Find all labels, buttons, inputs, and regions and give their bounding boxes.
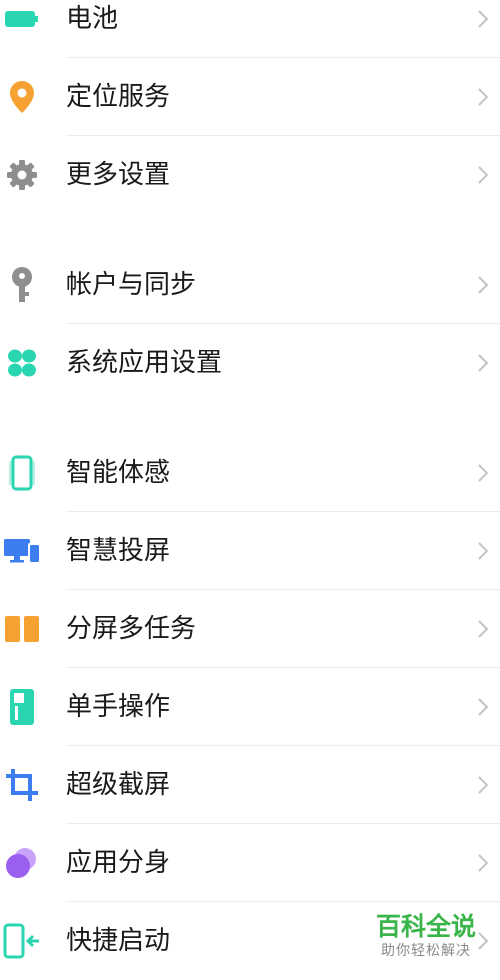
app-grid-icon xyxy=(0,324,44,402)
settings-item-split-screen[interactable]: 分屏多任务 xyxy=(0,590,500,668)
settings-item-app-clone[interactable]: 应用分身 xyxy=(0,824,500,902)
settings-item-label: 分屏多任务 xyxy=(66,614,197,644)
chevron-right-icon xyxy=(476,746,490,824)
chevron-right-icon xyxy=(476,590,490,668)
chevron-right-icon xyxy=(476,58,490,136)
quick-launch-icon xyxy=(0,902,44,980)
location-pin-icon xyxy=(0,58,44,136)
chevron-right-icon xyxy=(476,246,490,324)
settings-item-accounts[interactable]: 帐户与同步 xyxy=(0,246,500,324)
settings-item-label: 电池 xyxy=(66,4,119,34)
settings-item-smart-motion[interactable]: 智能体感 xyxy=(0,434,500,512)
settings-item-more[interactable]: 更多设置 xyxy=(0,136,500,214)
chevron-right-icon xyxy=(476,668,490,746)
settings-item-label: 应用分身 xyxy=(66,848,171,878)
settings-item-label: 定位服务 xyxy=(66,82,171,112)
one-hand-icon xyxy=(0,668,44,746)
settings-item-super-screenshot[interactable]: 超级截屏 xyxy=(0,746,500,824)
chevron-right-icon xyxy=(476,324,490,402)
battery-icon xyxy=(0,0,44,58)
screen-cast-icon xyxy=(0,512,44,590)
watermark-title: 百科全说 xyxy=(375,912,476,941)
settings-item-label: 快捷启动 xyxy=(66,926,171,956)
crop-icon xyxy=(0,746,44,824)
chevron-right-icon xyxy=(476,0,490,58)
split-screen-icon xyxy=(0,590,44,668)
app-clone-icon xyxy=(0,824,44,902)
settings-item-label: 单手操作 xyxy=(66,692,171,722)
chevron-right-icon xyxy=(476,512,490,590)
gear-icon xyxy=(0,136,44,214)
settings-item-label: 智能体感 xyxy=(66,458,171,488)
settings-item-system-apps[interactable]: 系统应用设置 xyxy=(0,324,500,402)
settings-item-label: 帐户与同步 xyxy=(66,270,197,300)
chevron-right-icon xyxy=(476,136,490,214)
phone-motion-icon xyxy=(0,434,44,512)
key-icon xyxy=(0,246,44,324)
settings-item-one-hand[interactable]: 单手操作 xyxy=(0,668,500,746)
chevron-right-icon xyxy=(476,434,490,512)
settings-item-label: 智慧投屏 xyxy=(66,536,171,566)
settings-item-label: 超级截屏 xyxy=(66,770,171,800)
settings-item-label: 更多设置 xyxy=(66,160,171,190)
chevron-right-icon xyxy=(476,824,490,902)
settings-item-label: 系统应用设置 xyxy=(66,348,223,378)
watermark-logo: 百科全说 助你轻松解决 xyxy=(370,912,482,960)
settings-item-location[interactable]: 定位服务 xyxy=(0,58,500,136)
settings-item-screen-cast[interactable]: 智慧投屏 xyxy=(0,512,500,590)
settings-item-battery[interactable]: 电池 xyxy=(0,0,500,58)
watermark-subtitle: 助你轻松解决 xyxy=(381,943,471,959)
